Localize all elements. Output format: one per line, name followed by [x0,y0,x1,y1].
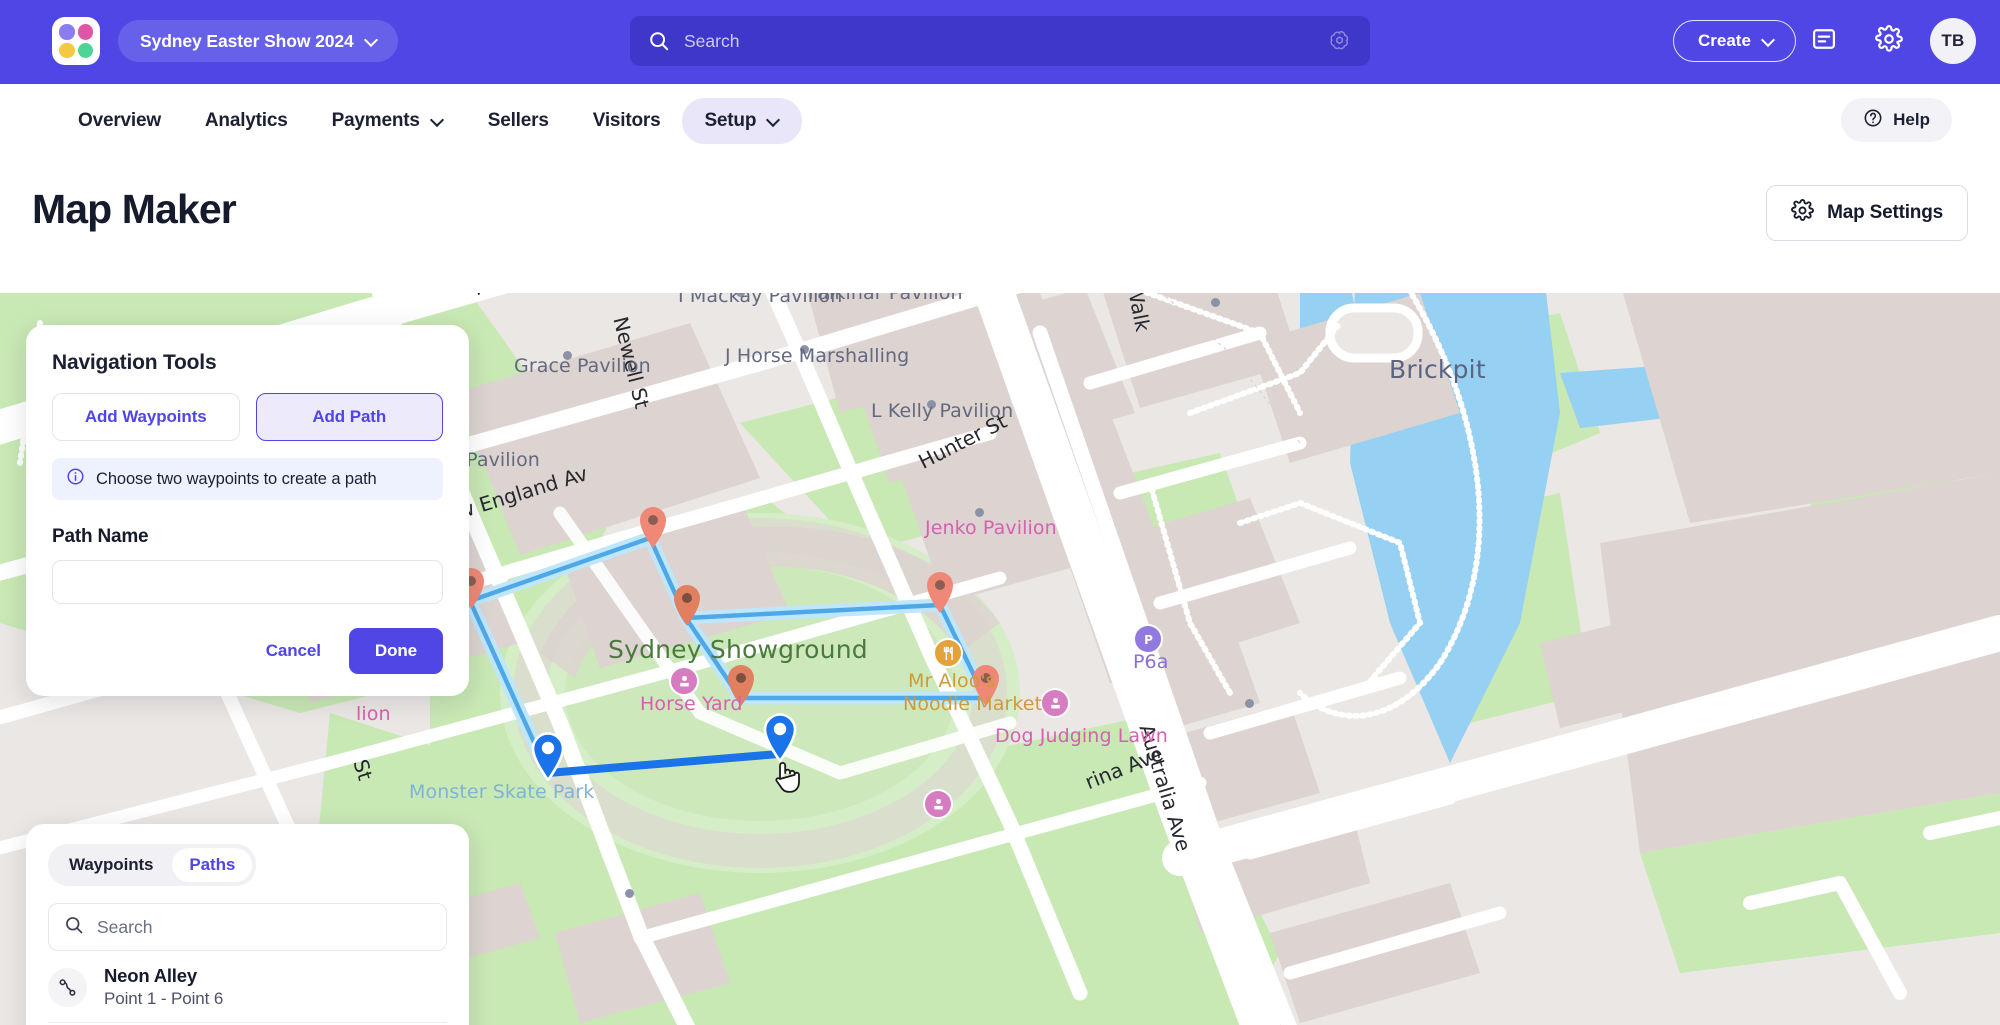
create-button-label: Create [1698,31,1751,50]
path-name-label: Path Name [52,526,149,547]
settings-button[interactable] [1870,22,1908,60]
nav-item-analytics[interactable]: Analytics [183,98,310,144]
event-selector-label: Sydney Easter Show 2024 [140,30,354,51]
avatar-initials: TB [1941,31,1965,50]
tab-paths-label: Paths [189,855,236,874]
panel-tabs: Waypoints Paths [48,844,257,886]
nav-item-overview[interactable]: Overview [56,98,183,144]
add-waypoints-button[interactable]: Add Waypoints [52,393,240,441]
search-icon [648,30,670,52]
help-label: Help [1893,110,1930,129]
logo-dot-pink [77,24,93,40]
paths-search-input[interactable] [97,916,431,938]
page-title: Map Maker [32,186,237,232]
openai-sparkle-icon[interactable] [1327,29,1352,54]
navigation-tools-panel: Navigation Tools Add Waypoints Add Path [26,325,469,696]
avatar[interactable]: TB [1930,18,1976,64]
map-settings-button[interactable]: Map Settings [1766,185,1968,241]
map-settings-label: Map Settings [1827,202,1943,223]
nav-item-setup[interactable]: Setup [682,98,803,144]
tab-waypoints[interactable]: Waypoints [52,848,170,882]
gear-icon [1791,199,1815,227]
waypoints-paths-panel: Waypoints Paths Search Neon Alley Point … [26,824,469,1025]
event-selector[interactable]: Sydney Easter Show 2024 [118,20,398,62]
main-nav: Overview Analytics Payments Sellers Visi… [0,84,2000,158]
logo-dot-green [77,42,93,58]
path-name-input[interactable] [52,560,443,604]
search-icon [64,915,84,940]
cancel-button[interactable]: Cancel [248,629,339,673]
notes-button[interactable] [1805,22,1843,60]
cancel-label: Cancel [265,641,321,660]
tab-paths[interactable]: Paths [172,848,253,882]
page-header: Map Maker Map Settings [0,158,2000,293]
create-button[interactable]: Create [1673,20,1796,62]
nav-item-sellers[interactable]: Sellers [466,98,571,144]
done-button[interactable]: Done [348,628,443,674]
search-input[interactable] [684,30,1327,52]
add-path-label: Add Path [312,407,387,426]
nav-label: Analytics [204,110,288,131]
four-dots-logo-icon[interactable] [52,17,100,65]
note-icon [1810,25,1838,58]
nav-label: Overview [78,110,161,131]
chevron-down-icon [365,35,378,48]
list-item-title: Neon Alley [104,965,197,986]
nav-items: Overview Analytics Payments Sellers Visi… [56,84,803,158]
global-search[interactable] [630,16,1370,66]
chevron-down-icon [767,115,780,128]
nav-label: Sellers [487,110,549,131]
dialog-actions: Cancel Done [52,628,443,674]
chevron-down-icon [431,115,444,128]
nav-label: Visitors [592,110,661,131]
add-path-button[interactable]: Add Path [255,393,443,441]
info-banner: Choose two waypoints to create a path [52,458,443,500]
path-icon [48,967,87,1007]
nav-label: Payments [331,110,420,131]
list-item[interactable]: Neon Alley Point 1 - Point 6 [48,951,447,1023]
nav-item-visitors[interactable]: Visitors [571,98,683,144]
top-bar: Sydney Easter Show 2024 C [0,0,2000,84]
logo-dot-yellow [59,42,75,58]
info-banner-text: Choose two waypoints to create a path [96,469,377,488]
list-item-subtitle: Point 1 - Point 6 [104,989,224,1008]
info-icon [66,467,85,491]
map-canvas[interactable]: P Newell St New England Av Hunter St Aus… [0,293,2000,1025]
nav-label: Setup [704,110,757,131]
navigation-tools-title: Navigation Tools [52,351,217,374]
nav-item-payments[interactable]: Payments [310,98,466,144]
done-label: Done [374,641,417,660]
tool-toggle-group: Add Waypoints Add Path [52,393,443,441]
app-root: Sydney Easter Show 2024 C [0,0,2000,1025]
chevron-down-icon [1762,35,1775,48]
tab-waypoints-label: Waypoints [69,855,154,874]
help-button[interactable]: Help [1841,98,1952,142]
gear-icon [1875,24,1903,58]
paths-search[interactable] [48,903,447,951]
add-waypoints-label: Add Waypoints [84,407,207,426]
logo-dot-purple [59,24,75,40]
question-circle-icon [1863,108,1883,133]
